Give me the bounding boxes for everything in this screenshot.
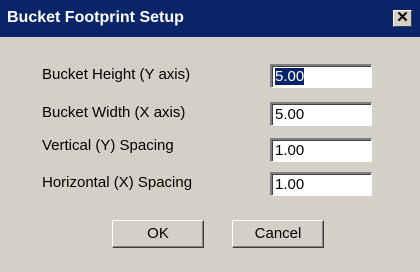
- horizontal-spacing-input[interactable]: 1.00: [270, 172, 372, 196]
- title-bar[interactable]: Bucket Footprint Setup ✕: [0, 0, 420, 37]
- ok-button[interactable]: OK: [112, 220, 204, 248]
- bucket-height-input[interactable]: 5.00: [270, 64, 372, 88]
- cancel-button[interactable]: Cancel: [232, 220, 324, 248]
- bucket-height-label: Bucket Height (Y axis): [42, 66, 191, 83]
- vertical-spacing-input[interactable]: 1.00: [270, 138, 372, 162]
- horizontal-spacing-value: 1.00: [275, 176, 305, 193]
- bucket-footprint-dialog: Bucket Footprint Setup ✕ Bucket Height (…: [0, 0, 420, 272]
- bucket-width-input[interactable]: 5.00: [270, 102, 372, 126]
- close-button[interactable]: ✕: [393, 10, 412, 27]
- close-icon: ✕: [396, 9, 409, 26]
- dialog-title: Bucket Footprint Setup: [7, 9, 184, 26]
- bucket-width-value: 5.00: [275, 106, 305, 123]
- bucket-height-value: 5.00: [275, 68, 305, 85]
- vertical-spacing-value: 1.00: [275, 142, 305, 159]
- bucket-width-label: Bucket Width (X axis): [42, 104, 186, 121]
- vertical-spacing-label: Vertical (Y) Spacing: [42, 137, 174, 154]
- horizontal-spacing-label: Horizontal (X) Spacing: [42, 174, 193, 191]
